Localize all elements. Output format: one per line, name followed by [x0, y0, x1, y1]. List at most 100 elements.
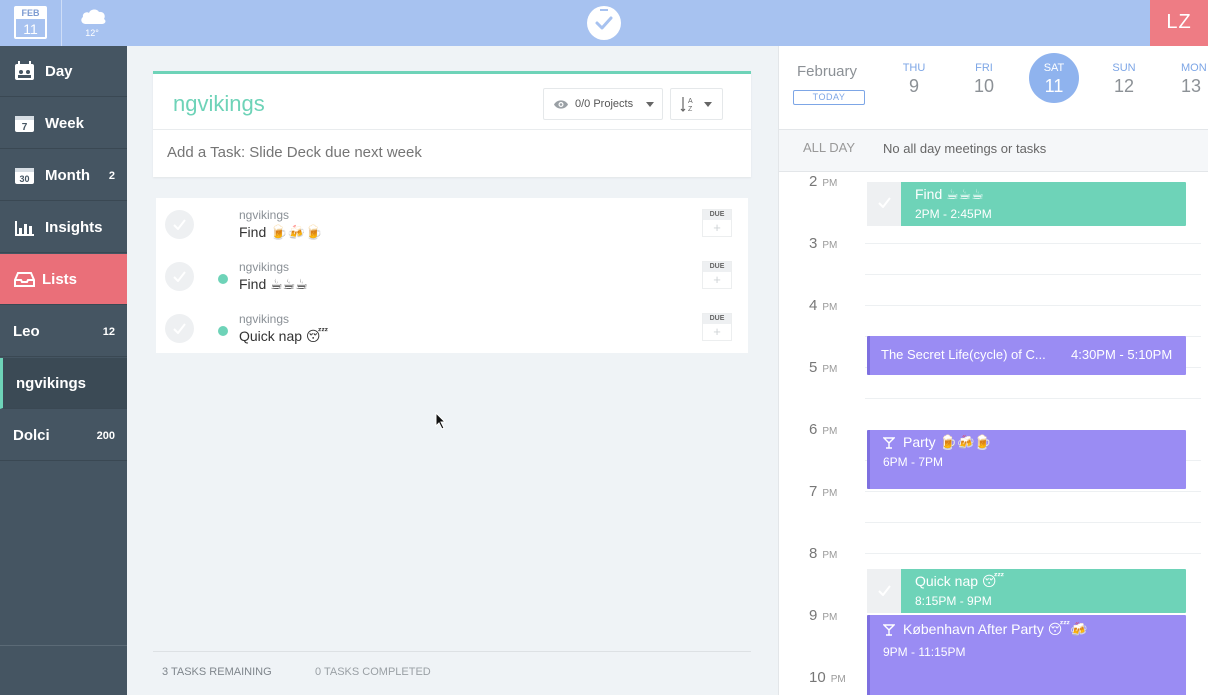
calendar-event[interactable]: Find ☕☕☕ 2PM - 2:45PM	[867, 182, 1186, 226]
date-calendar-icon[interactable]: FEB 11	[14, 6, 47, 39]
date-day: 11	[23, 21, 38, 37]
event-time: 2PM - 2:45PM	[915, 207, 992, 221]
day-name: THU	[902, 62, 926, 74]
list-count: 12	[102, 326, 115, 338]
sidebar-list-dolci[interactable]: Dolci 200	[0, 410, 127, 461]
sidebar-item-label: Month	[45, 167, 90, 184]
task-name[interactable]: Quick nap 😴	[239, 328, 328, 345]
sidebar-list-ngvikings[interactable]: ngvikings	[0, 358, 127, 409]
day-icon	[14, 61, 35, 81]
event-complete-checkbox[interactable]	[867, 569, 901, 613]
calendar-panel: February TODAY THU 9 FRI 10 SAT 11 SUN 1…	[778, 46, 1208, 695]
day-number: 10	[973, 76, 995, 96]
all-day-message: No all day meetings or tasks	[883, 141, 1047, 156]
cocktail-icon	[883, 624, 895, 636]
task-row[interactable]: ngvikings Find 🍺🍻🍺 DUE +	[156, 198, 748, 250]
calendar-event[interactable]: The Secret Life(cycle) of C... 4:30PM - …	[867, 336, 1186, 375]
sidebar-item-label: Week	[45, 115, 84, 132]
hour-gridline	[865, 491, 1201, 492]
list-header-card: ngvikings 0/0 Projects AZ	[153, 71, 751, 177]
event-complete-checkbox[interactable]	[867, 182, 901, 226]
date-month: FEB	[16, 8, 45, 19]
sidebar-list-leo[interactable]: Leo 12	[0, 306, 127, 357]
today-button[interactable]: TODAY	[793, 90, 865, 105]
sidebar-item-day[interactable]: Day	[0, 46, 127, 97]
hour-gridline	[865, 243, 1201, 244]
svg-text:Z: Z	[688, 106, 693, 113]
list-count: 200	[96, 430, 115, 442]
check-icon	[878, 585, 891, 596]
scheduled-dot-icon	[218, 326, 228, 336]
top-bar: FEB 11 12° LZ	[0, 0, 1208, 46]
check-icon	[173, 271, 186, 282]
complete-task-checkbox[interactable]	[165, 262, 194, 291]
sort-button[interactable]: AZ	[670, 88, 723, 120]
task-row[interactable]: ngvikings Quick nap 😴 DUE +	[156, 302, 748, 354]
hour-label: 2 PM	[809, 173, 838, 190]
calendar-month: February	[797, 63, 858, 80]
weather-widget[interactable]: 12°	[78, 6, 108, 42]
event-title: Find ☕☕☕	[915, 186, 984, 202]
day-column-thu[interactable]: THU 9	[889, 46, 939, 106]
scheduled-dot-icon	[218, 274, 228, 284]
day-column-fri[interactable]: FRI 10	[959, 46, 1009, 106]
day-name: FRI	[975, 62, 993, 74]
caret-down-icon	[704, 102, 712, 107]
day-column-sun[interactable]: SUN 12	[1099, 46, 1149, 106]
event-time: 8:15PM - 9PM	[915, 594, 992, 608]
complete-task-checkbox[interactable]	[165, 210, 194, 239]
user-avatar[interactable]: LZ	[1150, 0, 1208, 46]
list-label: Leo	[13, 323, 40, 340]
list-title: ngvikings	[173, 91, 265, 116]
svg-text:7: 7	[22, 122, 28, 133]
app-logo-check-icon[interactable]	[586, 5, 622, 41]
task-project: ngvikings	[239, 312, 290, 326]
plus-icon: +	[713, 272, 721, 287]
complete-task-checkbox[interactable]	[165, 314, 194, 343]
day-column-sat[interactable]: SAT 11	[1029, 46, 1079, 106]
mouse-pointer-icon	[435, 411, 447, 435]
hour-label: 4 PM	[809, 297, 838, 314]
check-icon	[173, 323, 186, 334]
add-task-input[interactable]	[167, 144, 727, 161]
calendar-event[interactable]: København After Party 😴🍻 9PM - 11:15PM	[867, 615, 1186, 695]
all-day-label: ALL DAY	[803, 140, 856, 155]
event-title: København After Party 😴🍻	[903, 621, 1088, 637]
due-date-button[interactable]: DUE +	[702, 261, 732, 289]
task-list: ngvikings Find 🍺🍻🍺 DUE + ngvikings Find …	[156, 198, 748, 353]
svg-text:A: A	[688, 98, 693, 105]
day-name: SAT	[1043, 62, 1065, 74]
tasks-completed[interactable]: 0 TASKS COMPLETED	[315, 666, 431, 678]
task-project: ngvikings	[239, 208, 290, 222]
sidebar: Day 7 Week 30 Month 2 Insights Lists Leo…	[0, 46, 127, 695]
sidebar-item-lists[interactable]: Lists	[0, 254, 127, 305]
divider	[153, 651, 751, 652]
task-row[interactable]: ngvikings Find ☕☕☕ DUE +	[156, 250, 748, 302]
task-name[interactable]: Find ☕☕☕	[239, 276, 308, 293]
task-project: ngvikings	[239, 260, 290, 274]
sidebar-item-month[interactable]: 30 Month 2	[0, 150, 127, 201]
event-time: 6PM - 7PM	[883, 455, 944, 469]
event-title: The Secret Life(cycle) of C...	[881, 347, 1046, 362]
month-calendar-icon: 30	[14, 165, 35, 185]
due-date-button[interactable]: DUE +	[702, 209, 732, 237]
event-time: 4:30PM - 5:10PM	[1071, 347, 1173, 362]
hour-label: 8 PM	[809, 545, 838, 562]
due-date-button[interactable]: DUE +	[702, 313, 732, 341]
task-name[interactable]: Find 🍺🍻🍺	[239, 224, 322, 241]
calendar-event[interactable]: Party 🍺🍻🍺 6PM - 7PM	[867, 430, 1186, 489]
sidebar-item-label: Day	[45, 63, 73, 80]
main-panel: ngvikings 0/0 Projects AZ ngvikings Find…	[127, 46, 778, 695]
sort-az-icon: AZ	[680, 95, 696, 115]
hour-label: 7 PM	[809, 483, 838, 500]
projects-filter-button[interactable]: 0/0 Projects	[543, 88, 663, 120]
all-day-row: ALL DAY No all day meetings or tasks	[779, 130, 1208, 172]
due-label: DUE	[703, 314, 731, 324]
calendar-event[interactable]: Quick nap 😴 8:15PM - 9PM	[867, 569, 1186, 613]
sidebar-item-insights[interactable]: Insights	[0, 202, 127, 253]
sidebar-item-count: 2	[108, 170, 115, 182]
sidebar-item-week[interactable]: 7 Week	[0, 98, 127, 149]
day-column-mon[interactable]: MON 13	[1169, 46, 1208, 106]
list-label: ngvikings	[16, 375, 87, 392]
hour-gridline	[865, 305, 1201, 306]
